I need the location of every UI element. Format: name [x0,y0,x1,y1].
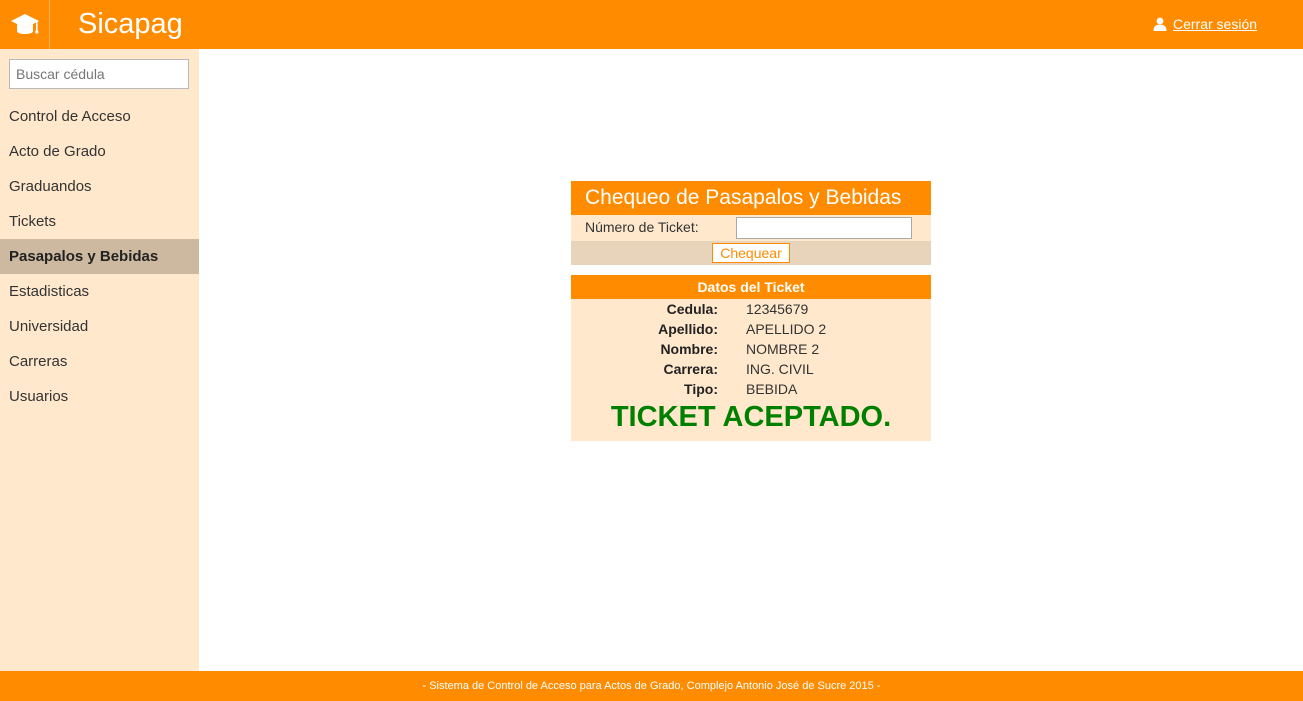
ticket-data-row-carrera: Carrera: ING. CIVIL [571,359,931,379]
tipo-label: Tipo: [684,381,718,397]
apellido-label: Apellido: [658,321,718,337]
sidebar-item-tickets[interactable]: Tickets [0,204,199,239]
sidebar-item-usuarios[interactable]: Usuarios [0,379,199,414]
sidebar-item-control-de-acceso[interactable]: Control de Acceso [0,99,199,134]
sidebar-item-pasapalos-y-bebidas[interactable]: Pasapalos y Bebidas [0,239,199,274]
check-button[interactable]: Chequear [712,243,790,263]
ticket-data-row-tipo: Tipo: BEBIDA [571,379,931,399]
apellido-value: APELLIDO 2 [746,321,827,337]
ticket-check-title: Chequeo de Pasapalos y Bebidas [571,181,931,215]
ticket-data-rows: Cedula: 12345679 Apellido: APELLIDO 2 No… [571,299,931,399]
cedula-label: Cedula: [666,301,718,317]
top-bar: Sicapag Cerrar sesión [0,0,1303,49]
search-cedula-input[interactable] [9,59,189,89]
app-title[interactable]: Sicapag [78,6,183,42]
ticket-data-row-apellido: Apellido: APELLIDO 2 [571,319,931,339]
nombre-value: NOMBRE 2 [746,341,820,357]
sidebar-item-universidad[interactable]: Universidad [0,309,199,344]
graduation-cap-icon [10,13,39,34]
sidebar-item-acto-de-grado[interactable]: Acto de Grado [0,134,199,169]
ticket-check-form: Chequeo de Pasapalos y Bebidas Número de… [571,181,931,265]
ticket-status-message: TICKET ACEPTADO. [610,401,892,433]
ticket-data-row-cedula: Cedula: 12345679 [571,299,931,319]
ticket-number-row: Número de Ticket: [571,215,931,241]
ticket-number-input[interactable] [736,217,912,239]
nombre-label: Nombre: [660,341,718,357]
ticket-number-label: Número de Ticket: [585,219,699,235]
sidebar-nav: Control de Acceso Acto de Grado Graduand… [0,99,199,414]
user-icon [1153,17,1167,31]
footer: - Sistema de Control de Acceso para Acto… [0,671,1303,701]
ticket-data-row-nombre: Nombre: NOMBRE 2 [571,339,931,359]
sidebar: Control de Acceso Acto de Grado Graduand… [0,49,199,671]
tipo-value: BEBIDA [746,381,798,397]
ticket-data-title: Datos del Ticket [571,275,931,299]
sidebar-item-graduandos[interactable]: Graduandos [0,169,199,204]
logout-label[interactable]: Cerrar sesión [1173,16,1257,32]
logo[interactable] [0,0,50,49]
ticket-data-panel: Datos del Ticket Cedula: 12345679 Apelli… [571,275,931,441]
carrera-label: Carrera: [663,361,718,377]
cedula-value: 12345679 [746,301,809,317]
carrera-value: ING. CIVIL [746,361,814,377]
logout-link[interactable]: Cerrar sesión [1153,16,1257,32]
check-button-row: Chequear [571,241,931,265]
sidebar-item-estadisticas[interactable]: Estadisticas [0,274,199,309]
sidebar-item-carreras[interactable]: Carreras [0,344,199,379]
